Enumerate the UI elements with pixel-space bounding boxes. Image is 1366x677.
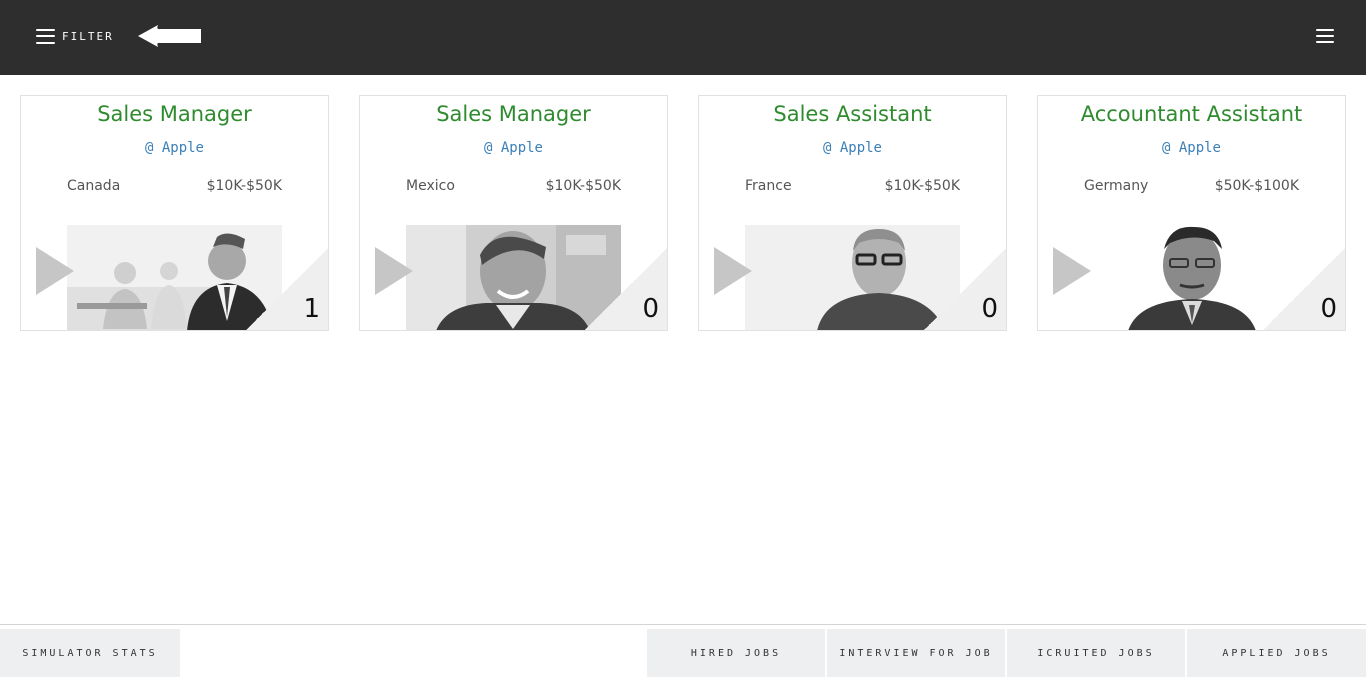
filter-label: FILTER (62, 29, 114, 43)
job-location: Germany (1084, 178, 1149, 194)
job-salary: $50K-$100K (1214, 178, 1299, 194)
job-title: Sales Manager (436, 102, 591, 126)
job-card[interactable]: Sales Manager @ Apple Canada $10K-$50K 1 (20, 95, 329, 331)
job-card[interactable]: Sales Manager @ Apple Mexico $10K-$50K 0 (359, 95, 668, 331)
filter-button[interactable]: FILTER (36, 26, 114, 46)
play-icon[interactable] (1053, 247, 1091, 295)
bottom-toolbar: SIMULATOR STATS HIRED JOBS INTERVIEW FOR… (0, 624, 1366, 677)
applied-jobs-tab[interactable]: APPLIED JOBS (1187, 629, 1366, 677)
simulator-stats-tab[interactable]: SIMULATOR STATS (0, 629, 180, 677)
interview-for-job-tab[interactable]: INTERVIEW FOR JOB (827, 629, 1005, 677)
company-name: @ Apple (144, 140, 204, 156)
recruited-jobs-tab[interactable]: ICRUITED JOBS (1007, 629, 1185, 677)
job-salary: $10K-$50K (206, 178, 282, 194)
left-arrow-icon (138, 25, 201, 47)
job-salary: $10K-$50K (545, 178, 621, 194)
company-name: @ Apple (483, 140, 543, 156)
job-location: Mexico (406, 178, 455, 194)
hired-jobs-tab[interactable]: HIRED JOBS (647, 629, 825, 677)
job-salary: $10K-$50K (884, 178, 960, 194)
filter-menu-icon (36, 28, 55, 44)
main-menu-icon[interactable] (1316, 29, 1334, 43)
applicant-count: 0 (981, 294, 998, 324)
play-icon[interactable] (36, 247, 74, 295)
company-name: @ Apple (1161, 140, 1221, 156)
play-icon[interactable] (375, 247, 413, 295)
job-location: France (745, 178, 792, 194)
applicant-count: 0 (642, 294, 659, 324)
job-location: Canada (67, 178, 121, 194)
company-name: @ Apple (822, 140, 882, 156)
job-title: Accountant Assistant (1080, 102, 1303, 126)
applicant-count: 1 (303, 294, 320, 324)
top-navbar: FILTER (0, 0, 1366, 75)
job-title: Sales Assistant (773, 102, 932, 126)
job-title: Sales Manager (97, 102, 252, 126)
play-icon[interactable] (714, 247, 752, 295)
job-card[interactable]: Accountant Assistant @ Apple Germany $50… (1037, 95, 1346, 331)
job-card[interactable]: Sales Assistant @ Apple France $10K-$50K… (698, 95, 1007, 331)
applicant-count: 0 (1320, 294, 1337, 324)
